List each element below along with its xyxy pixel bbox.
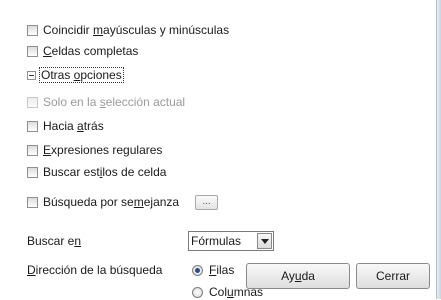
match-case-checkbox[interactable]: Coincidir mayúsculas y minúsculas (27, 21, 229, 39)
columns-radio-dot[interactable] (192, 286, 203, 298)
regex-checkbox[interactable]: Expresiones regulares (27, 141, 162, 159)
match-case-label: Coincidir mayúsculas y minúsculas (43, 23, 230, 37)
similarity-search-label: Búsqueda por semejanza (43, 195, 180, 209)
search-direction-label: Dirección de la búsqueda (27, 263, 163, 277)
match-case-box[interactable] (27, 24, 38, 36)
backwards-box[interactable] (27, 120, 38, 132)
rows-label: Filas (209, 263, 235, 277)
regex-label: Expresiones regulares (43, 143, 163, 157)
cell-styles-label: Buscar estilos de celda (43, 165, 167, 179)
whole-cells-box[interactable] (27, 45, 38, 57)
other-options-expander[interactable]: Otras opciones (27, 66, 124, 84)
whole-cells-label: Celdas completas (43, 44, 139, 58)
similarity-search-box[interactable] (27, 196, 38, 208)
similarity-search-checkbox[interactable]: Búsqueda por semejanza ... (27, 193, 219, 211)
backwards-label: Hacia atrás (43, 119, 104, 133)
collapse-minus-icon[interactable] (27, 70, 36, 80)
window-right-border (436, 0, 441, 299)
current-selection-box[interactable] (27, 96, 38, 108)
search-in-select[interactable]: Fórmulas (188, 231, 274, 251)
direction-rows-radio[interactable]: Filas (192, 262, 234, 278)
cell-styles-box[interactable] (27, 166, 38, 178)
close-button[interactable]: Cerrar (356, 263, 430, 289)
cell-styles-checkbox[interactable]: Buscar estilos de celda (27, 163, 166, 181)
dropdown-arrow-icon[interactable] (257, 233, 272, 249)
whole-cells-checkbox[interactable]: Celdas completas (27, 42, 138, 60)
current-selection-checkbox[interactable]: Solo en la selección actual (27, 93, 185, 111)
similarity-options-button[interactable]: ... (195, 194, 219, 210)
current-selection-label: Solo en la selección actual (43, 95, 186, 109)
backwards-checkbox[interactable]: Hacia atrás (27, 117, 104, 135)
search-in-value: Fórmulas (191, 234, 242, 248)
help-button[interactable]: Ay u da (246, 263, 350, 289)
regex-box[interactable] (27, 144, 38, 156)
other-options-label[interactable]: Otras opciones (39, 67, 124, 83)
search-in-label: Buscar en (27, 234, 82, 248)
rows-radio-dot[interactable] (192, 264, 203, 276)
